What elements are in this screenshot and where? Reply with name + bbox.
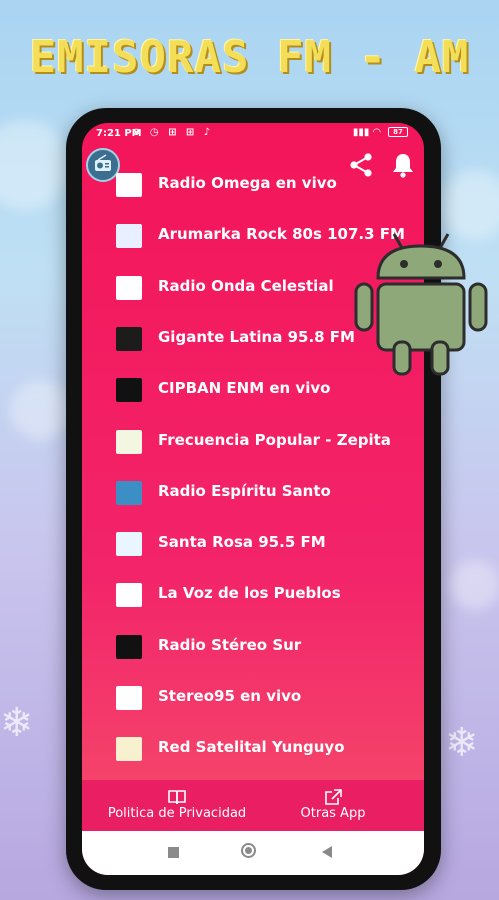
battery-icon: 87 xyxy=(388,127,408,137)
other-apps-label: Otras App xyxy=(300,806,366,821)
station-name: CIPBAN ENM en vivo xyxy=(158,379,331,398)
station-logo xyxy=(116,737,142,762)
back-icon[interactable] xyxy=(322,846,332,858)
privacy-policy-label: Politica de Privacidad xyxy=(107,806,247,821)
bokeh xyxy=(10,380,70,440)
status-bar: 7:21 PM ⊘ ◷ ⊞ ⊞ ♪ ▮▮▮ ◠ 87 xyxy=(82,123,424,145)
station-logo xyxy=(116,275,142,300)
wifi-icon: ◠ xyxy=(372,127,381,138)
banner-title: EMISORAS FM - AM xyxy=(29,32,470,83)
station-logo xyxy=(116,326,142,351)
signal-icon: ▮▮▮ xyxy=(352,127,370,138)
station-name: Santa Rosa 95.5 FM xyxy=(158,533,326,552)
android-robot-icon xyxy=(354,233,488,376)
other-apps-button[interactable]: Otras App xyxy=(278,780,388,831)
station-name: Gigante Latina 95.8 FM xyxy=(158,327,355,346)
bottom-nav: Politica de Privacidad Otras App xyxy=(82,780,424,831)
bell-icon xyxy=(393,154,413,178)
station-name: Radio Onda Celestial xyxy=(158,276,334,295)
external-link-icon xyxy=(325,789,342,805)
station-logo xyxy=(116,583,142,608)
home-icon[interactable] xyxy=(241,843,256,858)
share-button[interactable] xyxy=(347,151,375,183)
book-icon xyxy=(168,790,186,805)
station-name: La Voz de los Pueblos xyxy=(158,584,341,603)
station-logo xyxy=(116,480,142,505)
station-name: Radio Omega en vivo xyxy=(158,174,337,192)
station-logo xyxy=(116,224,142,249)
recents-icon[interactable] xyxy=(168,847,179,858)
snowflake-icon: ❄ xyxy=(0,700,34,746)
station-name: Stereo95 en vivo xyxy=(158,687,302,705)
notification-icons: ⊘ ◷ ⊞ ⊞ ♪ xyxy=(132,127,214,138)
station-logo xyxy=(116,429,142,454)
radio-icon xyxy=(95,154,111,171)
bokeh xyxy=(450,560,499,610)
notifications-button[interactable] xyxy=(390,151,416,183)
app-logo-avatar[interactable] xyxy=(86,148,120,182)
station-name: Radio Stéreo Sur xyxy=(158,635,302,654)
privacy-policy-button[interactable]: Politica de Privacidad xyxy=(102,780,252,831)
bokeh xyxy=(0,120,70,210)
station-logo xyxy=(116,634,142,659)
station-logo xyxy=(116,378,142,403)
station-name: Radio Espíritu Santo xyxy=(158,481,331,500)
station-logo xyxy=(116,686,142,710)
station-logo xyxy=(116,532,142,557)
station-name: Frecuencia Popular - Zepita xyxy=(158,430,391,449)
share-icon xyxy=(350,153,372,177)
snowflake-icon: ❄ xyxy=(445,720,479,766)
system-nav-bar xyxy=(82,831,424,875)
system-icons: ▮▮▮ ◠ 87 xyxy=(353,127,408,138)
station-name: Red Satelital Yunguyo xyxy=(158,738,345,757)
station-logo xyxy=(116,173,142,197)
